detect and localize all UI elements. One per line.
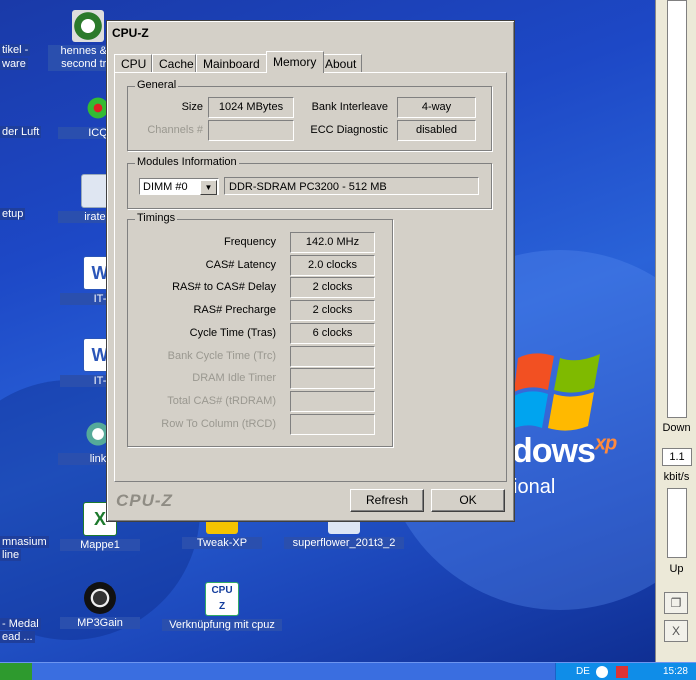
edge-label[interactable]: - Medal <box>0 618 41 630</box>
refresh-button[interactable]: Refresh <box>350 489 424 512</box>
edge-label[interactable]: mnasium <box>0 536 49 548</box>
channels-value <box>208 120 294 141</box>
timing-label: Cycle Time (Tras) <box>189 326 276 339</box>
timing-label: Frequency <box>224 236 276 248</box>
cpuz-logo: CPU-Z <box>116 491 173 510</box>
memory-page: General Size 1024 MBytes Channels # Bank… <box>114 72 507 482</box>
desktop-icon[interactable]: CPU Z Verknüpfung mit cpuz <box>162 582 282 631</box>
ecc-label: ECC Diagnostic <box>310 124 388 136</box>
timing-label: DRAM Idle Timer <box>192 372 276 385</box>
desktop-icon-label: Verknüpfung mit cpuz <box>162 619 282 631</box>
xp-logo-text: dowsxp <box>512 432 617 470</box>
edge-label[interactable]: etup <box>0 208 26 220</box>
timing-value: 142.0 MHz <box>290 232 375 253</box>
desktop-icon[interactable]: Tweak-XP <box>182 518 262 549</box>
cpuz-window: CPU-Z CPU Cache Mainboard Memory About G… <box>106 20 515 522</box>
timing-label: Total CAS# (tRDRAM) <box>167 394 276 407</box>
ecc-value: disabled <box>397 120 476 141</box>
desktop-icon-label: Tweak-XP <box>182 537 262 549</box>
download-meter <box>667 0 687 418</box>
edge-label[interactable]: der Luft <box>0 126 42 138</box>
timing-value <box>290 390 375 412</box>
module-type-value: DDR-SDRAM PC3200 - 512 MB <box>224 177 479 195</box>
chevron-down-icon[interactable]: ▼ <box>200 180 217 195</box>
windows-flag-icon <box>510 350 604 437</box>
timing-label: CAS# Latency <box>205 258 276 271</box>
desktop-icon-label: superflower_201t3_2 <box>284 537 404 549</box>
system-tray: DE 15:28 <box>555 663 696 680</box>
tab-cpu[interactable]: CPU <box>114 54 152 73</box>
timing-label: Row To Column (tRCD) <box>161 417 276 430</box>
window-title[interactable]: CPU-Z <box>110 24 511 42</box>
network-monitor-panel: Down 1.1 kbit/s Up ❐ X <box>655 0 696 662</box>
timings-legend: Timings <box>135 212 178 224</box>
tray-icon[interactable] <box>596 666 608 678</box>
timing-value: 2.0 clocks <box>290 254 375 276</box>
timing-value <box>290 413 375 435</box>
timing-value <box>290 345 375 367</box>
edge-label[interactable]: line <box>0 549 22 561</box>
tab-mainboard[interactable]: Mainboard <box>196 54 268 73</box>
upload-meter <box>667 488 687 558</box>
close-icon[interactable]: X <box>664 620 688 642</box>
modules-group: Modules Information DIMM #0 ▼ DDR-SDRAM … <box>127 156 492 209</box>
tab-about[interactable]: About <box>318 54 362 73</box>
tab-memory[interactable]: Memory <box>266 51 324 73</box>
dimm-select-value: DIMM #0 <box>143 181 188 193</box>
xp-logo-sup: xp <box>594 432 617 455</box>
media-icon <box>72 10 104 42</box>
timing-value: 2 clocks <box>290 277 375 299</box>
bank-interleave-label: Bank Interleave <box>311 101 388 113</box>
size-label: Size <box>181 101 203 113</box>
timing-value: 6 clocks <box>290 322 375 344</box>
dimm-select[interactable]: DIMM #0 ▼ <box>139 178 219 195</box>
tab-cache[interactable]: Cache <box>152 54 196 73</box>
size-value: 1024 MBytes <box>208 97 294 118</box>
rate-value: 1.1 <box>662 448 692 466</box>
tray-clock: 15:28 <box>662 666 688 677</box>
channels-label: Channels # <box>147 124 203 136</box>
taskbar: DE 15:28 <box>0 662 696 680</box>
timing-value: 2 clocks <box>290 300 375 322</box>
timings-group: Timings Frequency 142.0 MHz CAS# Latency 2.… <box>127 212 393 447</box>
download-label: Down <box>662 422 691 434</box>
start-button[interactable] <box>0 663 32 680</box>
edge-label[interactable]: ead ... <box>0 631 35 643</box>
desktop-icon-label: Mappe1 <box>60 539 140 551</box>
desktop-icon[interactable]: MP3Gain <box>60 582 140 629</box>
edge-label[interactable]: tikel - <box>0 44 31 56</box>
bank-interleave-value: 4-way <box>397 97 476 118</box>
general-group: General Size 1024 MBytes Channels # Bank… <box>127 79 492 151</box>
restore-icon[interactable]: ❐ <box>664 592 688 614</box>
ok-button[interactable]: OK <box>431 489 505 512</box>
rate-unit: kbit/s <box>663 471 690 483</box>
desktop-icon-label: MP3Gain <box>60 617 140 629</box>
xp-logo-edition: ional <box>513 476 556 498</box>
edge-label[interactable]: ware <box>0 58 28 70</box>
timing-label: RAS# to CAS# Delay <box>172 281 276 294</box>
timing-label: RAS# Precharge <box>193 304 276 317</box>
cpuz-shortcut-icon: CPU Z <box>205 582 239 616</box>
tray-language[interactable]: DE <box>576 666 590 677</box>
desktop-icon[interactable]: superflower_201t3_2 <box>284 518 404 549</box>
mp3gain-gauge-icon <box>84 582 116 614</box>
modules-legend: Modules Information <box>135 156 239 168</box>
upload-label: Up <box>669 563 684 575</box>
timing-value <box>290 368 375 390</box>
timing-label: Bank Cycle Time (Trc) <box>167 349 276 362</box>
tray-icon[interactable] <box>616 666 628 678</box>
general-legend: General <box>135 79 179 91</box>
